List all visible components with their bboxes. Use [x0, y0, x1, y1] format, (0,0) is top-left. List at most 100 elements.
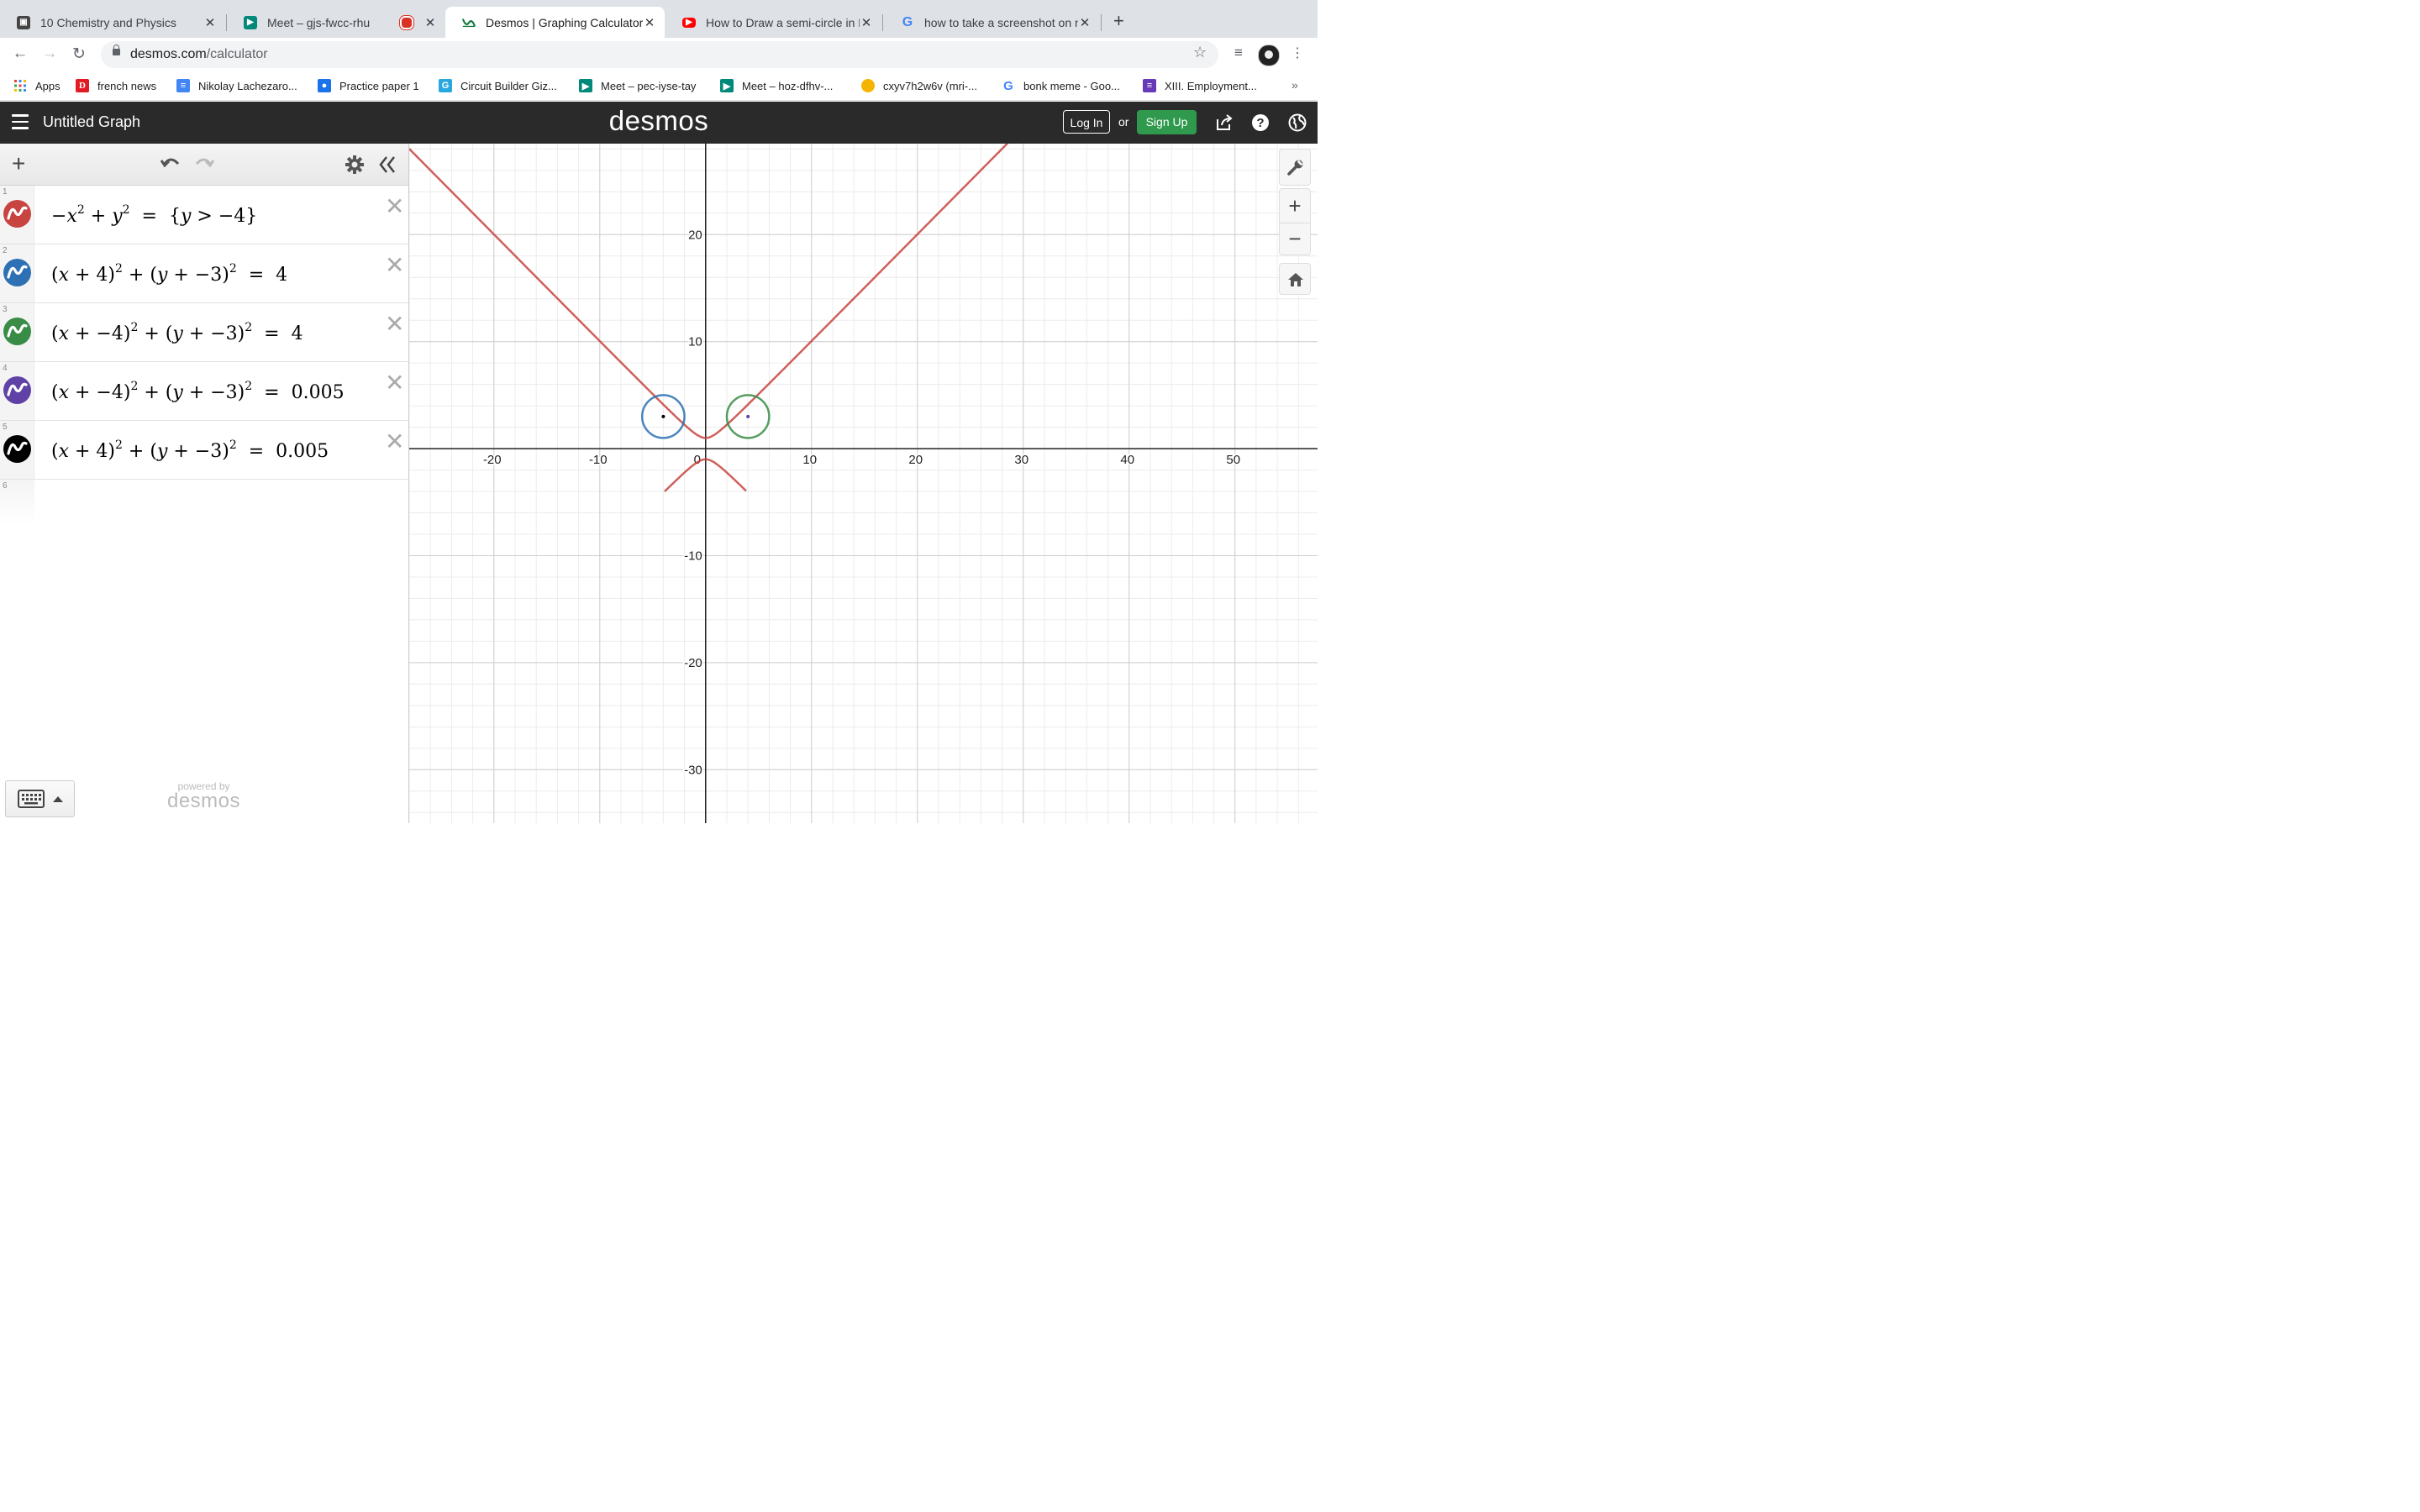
- graph-color-icon[interactable]: [3, 200, 31, 228]
- zoom-in-button[interactable]: +: [1280, 189, 1310, 223]
- signup-button[interactable]: Sign Up: [1137, 110, 1197, 134]
- close-icon[interactable]: ✕: [1078, 15, 1092, 30]
- y-tick-label: -30: [684, 763, 702, 777]
- expression-panel: + 1 −x2 + y2 = {y > −4} ✕ 2 (x + 4)2 + (…: [0, 144, 409, 823]
- classroom-icon: ▣: [17, 15, 30, 29]
- close-icon[interactable]: ✕: [860, 15, 873, 30]
- tab-google-search[interactable]: G how to take a screenshot on m ✕: [884, 7, 1100, 38]
- expression-math[interactable]: −x2 + y2 = {y > −4}: [51, 203, 257, 227]
- svg-text:?: ?: [1256, 116, 1264, 130]
- bookmark-bonk-meme[interactable]: G bonk meme - Goo...: [1002, 79, 1120, 93]
- expression-math[interactable]: (x + −4)2 + (y + −3)2 = 4: [51, 321, 303, 344]
- tab-youtube[interactable]: ▶ How to Draw a semi-circle in D ✕: [666, 7, 881, 38]
- tab-separator: [882, 14, 883, 31]
- hamburger-menu-icon[interactable]: [12, 114, 29, 129]
- tab-title: Meet – gjs-fwcc-rhu: [267, 15, 371, 29]
- graph-paper[interactable]: -20 -10 0 10 20 30 40 50 20 10 -10 -20 -30 + −: [409, 144, 1318, 823]
- settings-gear-icon[interactable]: [345, 155, 365, 179]
- expression-row-4[interactable]: 4 (x + −4)2 + (y + −3)2 = 0.005 ✕: [0, 362, 408, 421]
- delete-expression-icon[interactable]: ✕: [385, 428, 404, 455]
- expression-math[interactable]: (x + −4)2 + (y + −3)2 = 0.005: [51, 380, 345, 403]
- contact-icon: ●: [318, 79, 331, 92]
- bookmark-star-icon[interactable]: ☆: [1193, 44, 1207, 61]
- new-tab-button[interactable]: +: [1113, 10, 1124, 32]
- add-item-button[interactable]: +: [12, 152, 25, 176]
- expression-math[interactable]: (x + 4)2 + (y + −3)2 = 0.005: [51, 438, 329, 462]
- forward-button[interactable]: →: [39, 45, 60, 63]
- hand-icon: [861, 79, 875, 92]
- bookmark-label: bonk meme - Goo...: [1023, 79, 1120, 92]
- tab-chemistry-physics[interactable]: ▣ 10 Chemistry and Physics ✕: [0, 7, 225, 38]
- zoom-out-button[interactable]: −: [1280, 223, 1310, 256]
- delete-expression-icon[interactable]: ✕: [385, 251, 404, 279]
- desmos-icon: [462, 15, 476, 29]
- bookmark-nikolay[interactable]: ≡ Nikolay Lachezaro...: [176, 79, 297, 92]
- tab-separator: [1101, 14, 1102, 31]
- youtube-icon: ▶: [682, 17, 696, 28]
- tab-meet[interactable]: ▶ Meet – gjs-fwcc-rhu ✕: [227, 7, 445, 38]
- delete-expression-icon[interactable]: ✕: [385, 310, 404, 338]
- media-control-icon[interactable]: ≡: [1228, 45, 1249, 61]
- bookmark-label: Apps: [35, 79, 60, 92]
- delete-expression-icon[interactable]: ✕: [385, 192, 404, 220]
- url-domain: desmos.com: [130, 47, 207, 61]
- graph-canvas[interactable]: -20 -10 0 10 20 30 40 502010-10-20-30: [409, 144, 1318, 823]
- expression-row-5[interactable]: 5 (x + 4)2 + (y + −3)2 = 0.005 ✕: [0, 421, 408, 480]
- bookmark-cxyv[interactable]: cxyv7h2w6v (mri-...: [861, 79, 977, 92]
- bookmarks-bar: Apps D french news ≡ Nikolay Lachezaro..…: [0, 71, 1318, 101]
- login-button[interactable]: Log In: [1063, 110, 1110, 134]
- graph-color-icon[interactable]: [3, 376, 31, 404]
- bookmark-label: Nikolay Lachezaro...: [198, 79, 297, 92]
- default-viewport-button[interactable]: [1279, 263, 1311, 295]
- url-text: desmos.com/calculator: [130, 47, 268, 62]
- bookmark-employment[interactable]: ≡ XIII. Employment...: [1143, 79, 1257, 92]
- language-globe-icon[interactable]: [1288, 113, 1307, 132]
- bookmark-french-news[interactable]: D french news: [76, 79, 156, 92]
- graph-settings-button[interactable]: [1279, 149, 1311, 186]
- delete-expression-icon[interactable]: ✕: [385, 369, 404, 396]
- address-bar[interactable]: desmos.com/calculator: [101, 41, 1218, 68]
- bookmarks-overflow-button[interactable]: »: [1292, 78, 1298, 92]
- reload-button[interactable]: ↻: [69, 45, 89, 64]
- hyperbola-upper-branch: [409, 144, 1009, 439]
- news-icon: D: [76, 79, 89, 92]
- back-button[interactable]: ←: [10, 45, 30, 63]
- bookmark-apps[interactable]: Apps: [13, 79, 60, 92]
- chrome-menu-icon[interactable]: ⋮: [1287, 45, 1307, 61]
- expression-number: 1: [3, 187, 8, 197]
- browser-toolbar: ← → ↻ desmos.com/calculator ☆ ≡ ⋮: [0, 38, 1318, 71]
- bookmark-label: Meet – pec-iyse-tay: [601, 79, 697, 92]
- graph-color-icon[interactable]: [3, 318, 31, 345]
- expression-row-1[interactable]: 1 −x2 + y2 = {y > −4} ✕: [0, 186, 408, 244]
- collapse-panel-icon[interactable]: [378, 155, 397, 179]
- share-icon[interactable]: [1215, 113, 1234, 132]
- close-icon[interactable]: ✕: [424, 15, 437, 30]
- graph-title[interactable]: Untitled Graph: [43, 113, 140, 131]
- redo-icon[interactable]: [193, 152, 215, 176]
- bookmark-practice-paper[interactable]: ● Practice paper 1: [318, 79, 419, 92]
- tab-desmos[interactable]: Desmos | Graphing Calculator ✕: [445, 7, 665, 38]
- bookmark-circuit-builder[interactable]: G Circuit Builder Giz...: [439, 79, 557, 92]
- expression-math[interactable]: (x + 4)2 + (y + −3)2 = 4: [51, 262, 287, 286]
- caret-up-icon: [53, 796, 63, 802]
- powered-by-brand: desmos: [166, 790, 241, 812]
- expression-row-3[interactable]: 3 (x + −4)2 + (y + −3)2 = 4 ✕: [0, 303, 408, 362]
- help-icon[interactable]: ?: [1251, 113, 1270, 132]
- graph-color-icon[interactable]: [3, 435, 31, 463]
- keypad-toggle-button[interactable]: [5, 780, 75, 817]
- expression-number: 6: [3, 481, 8, 491]
- url-path: /calculator: [206, 47, 268, 61]
- close-icon[interactable]: ✕: [203, 15, 217, 30]
- close-icon[interactable]: ✕: [643, 15, 656, 30]
- bookmark-meet-2[interactable]: ▶ Meet – hoz-dfhv-...: [720, 79, 833, 92]
- bookmark-label: Circuit Builder Giz...: [460, 79, 557, 92]
- meet-icon: ▶: [720, 79, 734, 92]
- expression-number: 3: [3, 305, 8, 314]
- profile-avatar[interactable]: [1258, 45, 1280, 66]
- expression-row-2[interactable]: 2 (x + 4)2 + (y + −3)2 = 4 ✕: [0, 244, 408, 303]
- graph-color-icon[interactable]: [3, 259, 31, 286]
- black-tiny-circle: [661, 414, 666, 418]
- undo-icon[interactable]: [160, 152, 182, 176]
- bookmark-meet-1[interactable]: ▶ Meet – pec-iyse-tay: [579, 79, 696, 92]
- powered-by-desmos[interactable]: powered by desmos: [164, 780, 244, 811]
